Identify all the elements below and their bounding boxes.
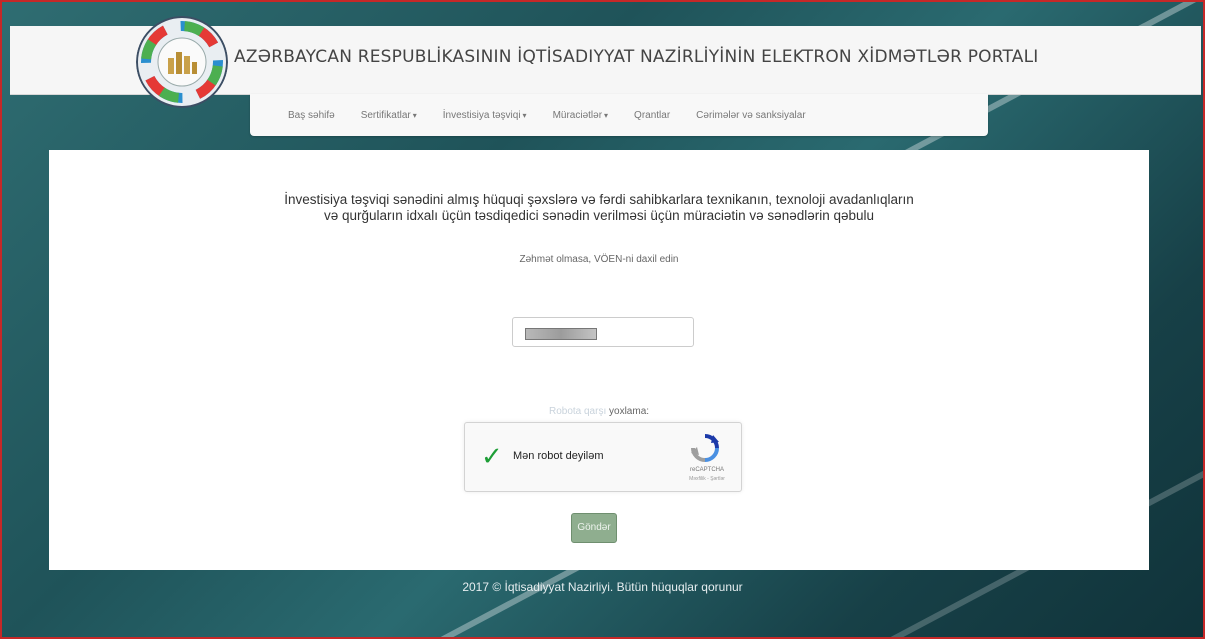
page-title: İnvestisiya təşviqi sənədini almış hüquq… <box>49 192 1149 224</box>
recaptcha-logo-icon <box>691 434 719 462</box>
page-title-line-1: İnvestisiya təşviqi sənədini almış hüquq… <box>284 192 914 207</box>
ministry-logo-icon[interactable] <box>136 16 228 108</box>
nav-item-applications[interactable]: Müraciətlər ▾ <box>553 110 608 121</box>
nav-item-fines-sanctions[interactable]: Cərimələr və sanksiyalar <box>696 110 805 121</box>
redacted-value <box>525 328 597 340</box>
captcha-label-blurred: Robota qarşı <box>548 406 607 417</box>
caret-down-icon: ▾ <box>604 110 609 120</box>
site-title: AZƏRBAYCAN RESPUBLİKASININ İQTİSADIYYAT … <box>234 47 1039 67</box>
submit-button[interactable]: Göndər <box>571 513 617 543</box>
page-background: AZƏRBAYCAN RESPUBLİKASININ İQTİSADIYYAT … <box>0 0 1205 639</box>
nav-item-home[interactable]: Baş səhifə <box>288 110 335 121</box>
nav-item-grants[interactable]: Qrantlar <box>634 110 670 121</box>
footer-copyright: 2017 © İqtisadiyyat Nazirliyi. Bütün hüq… <box>462 580 743 594</box>
recaptcha-widget[interactable]: ✓ Mən robot deyiləm reCAPTCHA Məxfilik -… <box>464 422 742 492</box>
caret-down-icon: ▾ <box>412 110 417 120</box>
recaptcha-brand: reCAPTCHA <box>689 467 724 473</box>
nav-item-investment-promotion[interactable]: İnvestisiya təşviqi ▾ <box>443 110 527 121</box>
main-content-panel: İnvestisiya təşviqi sənədini almış hüquq… <box>49 150 1149 570</box>
captcha-label-text: yoxlama: <box>606 406 650 417</box>
voen-input[interactable] <box>512 317 694 347</box>
main-navigation: Baş səhifə Sertifikatlar ▾ İnvestisiya tə… <box>250 94 988 136</box>
captcha-label: Robota qarşı yoxlama: <box>49 406 1149 417</box>
voen-instruction: Zəhmət olmasa, VÖEN-ni daxil edin <box>519 254 679 265</box>
recaptcha-label: Mən robot deyiləm <box>513 450 604 462</box>
nav-item-certificates[interactable]: Sertifikatlar ▾ <box>361 110 417 121</box>
caret-down-icon: ▾ <box>522 110 527 120</box>
checkmark-icon[interactable]: ✓ <box>481 443 503 469</box>
page-title-line-2: və qurğuların idxalı üçün təsdiqedici sə… <box>323 208 875 223</box>
recaptcha-links[interactable]: Məxfilik - Şərtlər <box>679 476 735 482</box>
